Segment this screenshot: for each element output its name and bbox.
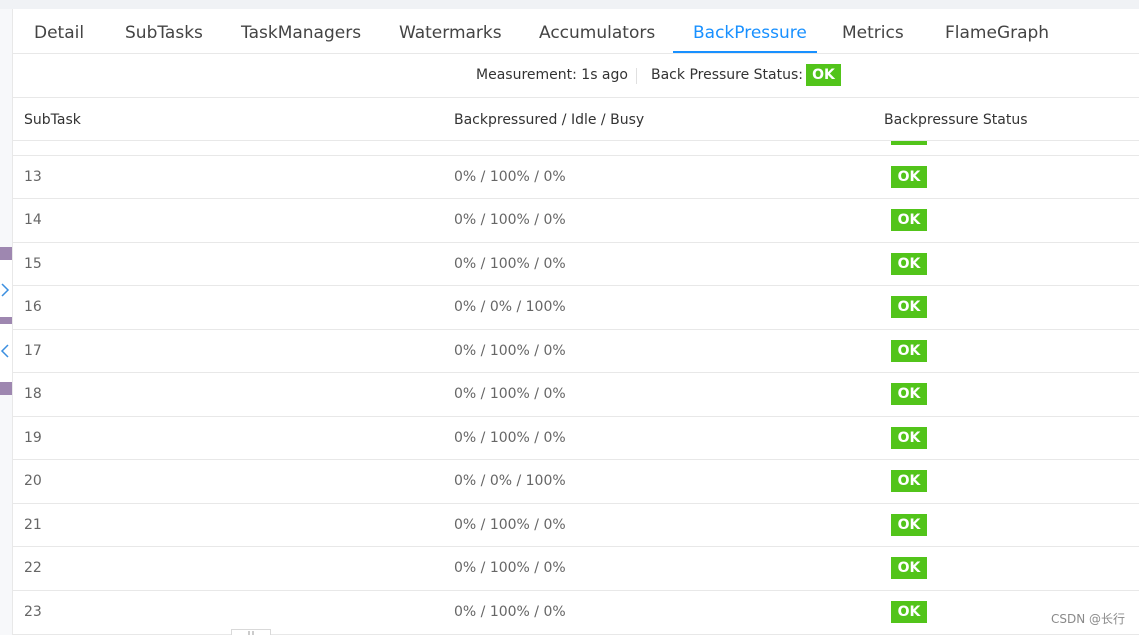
subtask-id: 22 — [24, 560, 42, 576]
table-row: 23 0% / 100% / 0% OK — [13, 591, 1139, 635]
tab-flamegraph[interactable]: FlameGraph — [945, 9, 1049, 53]
backpressure-ratio: 0% / 100% / 0% — [454, 343, 566, 359]
subtask-id: 23 — [24, 604, 42, 620]
status-badge: OK — [891, 427, 927, 449]
table-row: 21 0% / 100% / 0% OK — [13, 504, 1139, 547]
subtask-id: 17 — [24, 343, 42, 359]
status-badge: OK — [891, 296, 927, 318]
table-row: 15 0% / 100% / 0% OK — [13, 243, 1139, 286]
subtask-id: 20 — [24, 473, 42, 489]
top-strip — [0, 0, 1139, 9]
tab-accumulators[interactable]: Accumulators — [539, 9, 655, 53]
subtask-id: 13 — [24, 169, 42, 185]
tab-backpressure[interactable]: BackPressure — [693, 9, 807, 53]
table-row: 20 0% / 0% / 100% OK — [13, 460, 1139, 504]
subtask-id: 15 — [24, 256, 42, 272]
column-header-status: Backpressure Status — [884, 112, 1028, 128]
side-bar-marker — [0, 317, 12, 324]
measurement-age: Measurement: 1s ago — [476, 67, 628, 83]
status-badge: OK — [891, 601, 927, 623]
tab-subtasks[interactable]: SubTasks — [125, 9, 203, 53]
subtask-id: 16 — [24, 299, 42, 315]
subtask-id: 18 — [24, 386, 42, 402]
status-badge: OK — [891, 470, 927, 492]
side-bar-marker — [0, 382, 12, 395]
table-header: SubTask Backpressured / Idle / Busy Back… — [13, 98, 1139, 141]
subtask-id: 21 — [24, 517, 42, 533]
backpressure-ratio: 0% / 100% / 0% — [454, 560, 566, 576]
backpressure-page: Detail SubTasks TaskManagers Watermarks … — [0, 0, 1139, 635]
table-row: 17 0% / 100% / 0% OK — [13, 330, 1139, 373]
backpressure-ratio: 0% / 100% / 0% — [454, 517, 566, 533]
status-badge: OK — [891, 253, 927, 275]
status-badge: OK — [891, 209, 927, 231]
table-body: 13 0% / 100% / 0% OK 14 0% / 100% / 0% O… — [13, 141, 1139, 635]
backpressure-ratio: 0% / 100% / 0% — [454, 212, 566, 228]
side-bar-marker — [0, 247, 12, 260]
chevron-left-icon[interactable] — [0, 344, 10, 358]
table-row: 16 0% / 0% / 100% OK — [13, 286, 1139, 330]
resize-handle[interactable] — [231, 629, 271, 635]
table-row: 22 0% / 100% / 0% OK — [13, 547, 1139, 591]
tab-taskmanagers[interactable]: TaskManagers — [241, 9, 361, 53]
status-badge: OK — [891, 514, 927, 536]
tab-watermarks[interactable]: Watermarks — [399, 9, 502, 53]
status-divider — [636, 68, 637, 84]
backpressure-ratio: 0% / 100% / 0% — [454, 386, 566, 402]
backpressure-ratio: 0% / 100% / 0% — [454, 169, 566, 185]
table-row: 18 0% / 100% / 0% OK — [13, 373, 1139, 417]
active-tab-indicator — [673, 51, 817, 53]
table-row: 13 0% / 100% / 0% OK — [13, 156, 1139, 199]
backpressure-status-bar: Measurement: 1s ago Back Pressure Status… — [13, 54, 1139, 98]
job-tabs: Detail SubTasks TaskManagers Watermarks … — [13, 9, 1139, 54]
tab-detail[interactable]: Detail — [34, 9, 84, 53]
status-badge: OK — [806, 64, 841, 86]
backpressure-ratio: 0% / 0% / 100% — [454, 473, 566, 489]
status-badge: OK — [891, 340, 927, 362]
backpressure-ratio: 0% / 100% / 0% — [454, 604, 566, 620]
column-header-subtask: SubTask — [24, 112, 81, 128]
watermark-text: CSDN @长行 — [1050, 612, 1125, 626]
status-badge: OK — [891, 557, 927, 579]
subtask-id: 19 — [24, 430, 42, 446]
column-header-ratio: Backpressured / Idle / Busy — [454, 112, 645, 128]
backpressure-ratio: 0% / 100% / 0% — [454, 256, 566, 272]
status-badge-partial — [891, 141, 927, 145]
table-row: 14 0% / 100% / 0% OK — [13, 199, 1139, 243]
backpressure-status-label: Back Pressure Status: — [651, 67, 803, 83]
status-badge: OK — [891, 383, 927, 405]
status-badge: OK — [891, 166, 927, 188]
table-row: 19 0% / 100% / 0% OK — [13, 417, 1139, 460]
backpressure-ratio: 0% / 100% / 0% — [454, 430, 566, 446]
tab-metrics[interactable]: Metrics — [842, 9, 904, 53]
table-row-partial — [13, 141, 1139, 156]
subtask-id: 14 — [24, 212, 42, 228]
chevron-right-icon[interactable] — [0, 283, 10, 297]
backpressure-ratio: 0% / 0% / 100% — [454, 299, 566, 315]
